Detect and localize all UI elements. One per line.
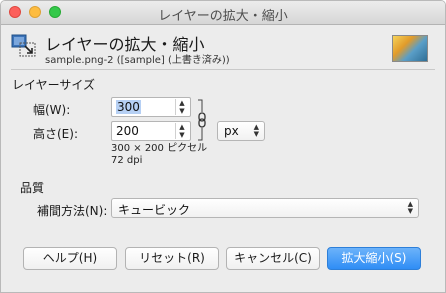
height-label: 高さ(E): [33, 127, 78, 141]
image-thumbnail [392, 35, 428, 62]
quality-section-label: 品質 [20, 181, 45, 195]
scale-layer-icon [11, 34, 36, 57]
interpolation-select[interactable]: キュービック ▲ ▼ [111, 198, 419, 218]
reset-button[interactable]: リセット(R) [125, 247, 219, 270]
scale-layer-dialog: レイヤーの拡大・縮小 レイヤーの拡大・縮小 sample.png-2 ([sam… [0, 0, 446, 293]
width-label: 幅(W): [33, 103, 71, 117]
chevron-updown-icon: ▲ ▼ [253, 123, 259, 138]
width-spinbox[interactable]: 300 ▲ ▼ [111, 97, 191, 117]
help-button[interactable]: ヘルプ(H) [23, 247, 117, 270]
height-stepper[interactable]: ▲ ▼ [175, 123, 188, 139]
unit-value: px [224, 124, 239, 138]
resolution-info: 72 dpi [111, 155, 143, 166]
unit-select[interactable]: px ▲ ▼ [217, 121, 265, 141]
interpolation-label: 補間方法(N): [37, 204, 108, 218]
size-info: 300 × 200 ピクセル [111, 143, 208, 154]
height-value[interactable]: 200 [116, 124, 139, 138]
chain-link-icon[interactable] [197, 98, 207, 148]
height-spinbox[interactable]: 200 ▲ ▼ [111, 121, 191, 141]
layer-size-section-label: レイヤーサイズ [12, 78, 96, 92]
chevron-updown-icon: ▲ ▼ [407, 200, 413, 215]
cancel-button[interactable]: キャンセル(C) [226, 247, 320, 270]
image-name-subtitle: sample.png-2 ([sample] (上書き済み)) [45, 55, 230, 66]
window-title: レイヤーの拡大・縮小 [158, 9, 288, 24]
scale-button[interactable]: 拡大縮小(S) [327, 247, 421, 270]
interpolation-value: キュービック [118, 203, 191, 217]
header-divider [11, 69, 435, 70]
width-stepper[interactable]: ▲ ▼ [175, 99, 188, 115]
width-value[interactable]: 300 [116, 100, 141, 114]
title-bar[interactable]: レイヤーの拡大・縮小 [1, 1, 445, 25]
